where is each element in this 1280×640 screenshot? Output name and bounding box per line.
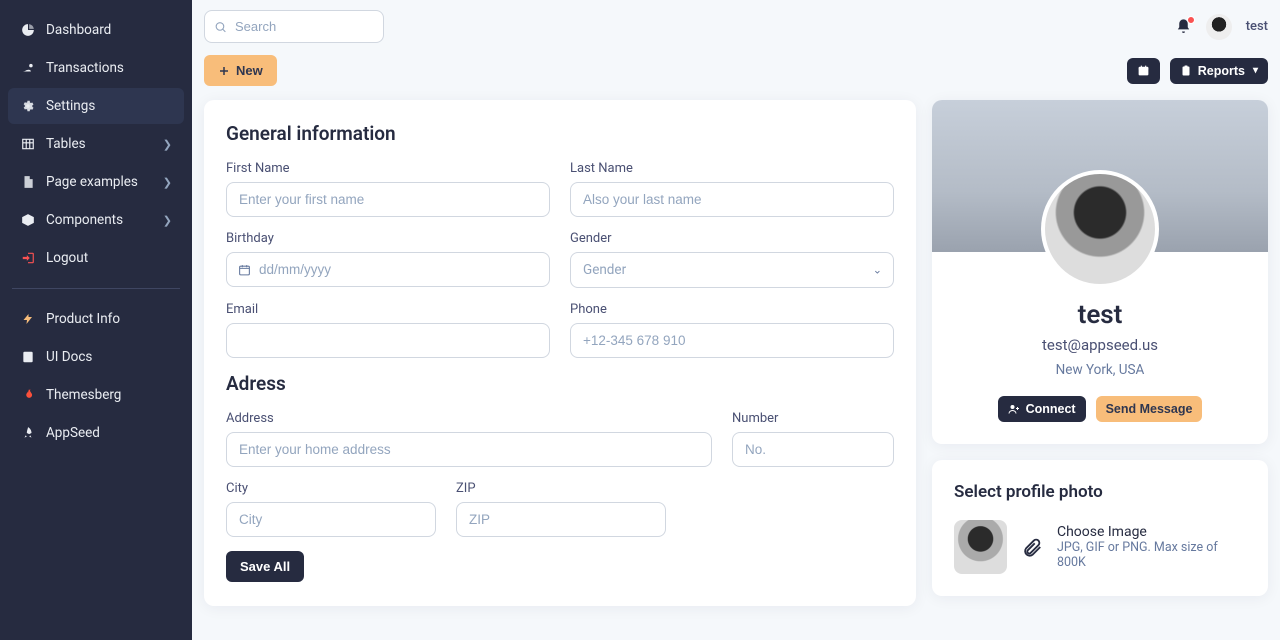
chevron-right-icon: ❯ (163, 138, 172, 151)
paperclip-icon[interactable] (1021, 536, 1043, 558)
calendar-icon (238, 263, 251, 276)
profile-name: test (932, 300, 1268, 330)
chevron-right-icon: ❯ (163, 214, 172, 227)
profile-location: New York, USA (932, 362, 1268, 378)
sidebar-item-themesberg[interactable]: Themesberg (8, 377, 184, 413)
actionbar: New Reports ▾ (204, 55, 1268, 86)
sidebar-item-settings[interactable]: Settings (8, 88, 184, 124)
search-input[interactable] (204, 10, 384, 43)
bolt-icon (20, 311, 36, 327)
sidebar-item-label: Tables (46, 136, 163, 152)
upload-title: Select profile photo (954, 482, 1246, 502)
phone-label: Phone (570, 302, 894, 317)
sidebar: Dashboard Transactions Settings Tables ❯… (0, 0, 192, 640)
user-plus-icon (1008, 403, 1020, 415)
city-input[interactable] (226, 502, 436, 537)
sidebar-item-label: Themesberg (46, 387, 172, 403)
email-input[interactable] (226, 323, 550, 358)
choose-image-hint: JPG, GIF or PNG. Max size of 800K (1057, 540, 1246, 570)
sidebar-item-label: Page examples (46, 174, 163, 190)
plus-icon (218, 65, 230, 77)
book-icon (20, 349, 36, 365)
sidebar-item-transactions[interactable]: Transactions (8, 50, 184, 86)
first-name-input[interactable] (226, 182, 550, 217)
main-content: test New Reports ▾ General information F… (192, 0, 1280, 640)
last-name-label: Last Name (570, 161, 894, 176)
sidebar-item-dashboard[interactable]: Dashboard (8, 12, 184, 48)
upload-photo-card: Select profile photo Choose Image JPG, G… (932, 460, 1268, 596)
hand-coins-icon (20, 60, 36, 76)
profile-email: test@appseed.us (932, 336, 1268, 354)
choose-image-label: Choose Image (1057, 524, 1246, 540)
general-information-card: General information First Name Last Name… (204, 100, 916, 606)
cog-icon (20, 98, 36, 114)
sidebar-item-components[interactable]: Components ❯ (8, 202, 184, 238)
phone-input[interactable] (570, 323, 894, 358)
address-label: Address (226, 411, 712, 426)
sidebar-item-ui-docs[interactable]: UI Docs (8, 339, 184, 375)
last-name-input[interactable] (570, 182, 894, 217)
box-icon (20, 212, 36, 228)
clipboard-icon (1180, 64, 1192, 77)
table-icon (20, 136, 36, 152)
email-label: Email (226, 302, 550, 317)
sidebar-item-product-info[interactable]: Product Info (8, 301, 184, 337)
sidebar-item-label: Product Info (46, 311, 172, 327)
sidebar-item-label: UI Docs (46, 349, 172, 365)
sidebar-item-logout[interactable]: Logout (8, 240, 184, 276)
sidebar-item-appseed[interactable]: AppSeed (8, 415, 184, 451)
reports-button[interactable]: Reports ▾ (1170, 58, 1268, 84)
birthday-label: Birthday (226, 231, 550, 246)
sidebar-item-tables[interactable]: Tables ❯ (8, 126, 184, 162)
search-wrap (204, 10, 384, 43)
avatar-large (1041, 170, 1159, 288)
calendar-button[interactable] (1127, 58, 1160, 84)
sidebar-item-label: Logout (46, 250, 172, 266)
gender-label: Gender (570, 231, 894, 246)
chevron-right-icon: ❯ (163, 176, 172, 189)
city-label: City (226, 481, 436, 496)
avatar[interactable] (1206, 14, 1232, 40)
send-message-button[interactable]: Send Message (1096, 396, 1203, 422)
zip-label: ZIP (456, 481, 666, 496)
sidebar-item-label: Dashboard (46, 22, 172, 38)
connect-button-label: Connect (1026, 402, 1076, 416)
sidebar-item-label: Components (46, 212, 163, 228)
gender-select[interactable]: Gender (570, 252, 894, 288)
connect-button[interactable]: Connect (998, 396, 1086, 422)
calendar-icon (1137, 64, 1150, 77)
rocket-icon (20, 425, 36, 441)
new-button-label: New (236, 63, 263, 78)
save-all-button[interactable]: Save All (226, 551, 304, 582)
chart-pie-icon (20, 22, 36, 38)
notifications-button[interactable] (1175, 18, 1192, 35)
number-input[interactable] (732, 432, 894, 467)
first-name-label: First Name (226, 161, 550, 176)
address-input[interactable] (226, 432, 712, 467)
zip-input[interactable] (456, 502, 666, 537)
section-title-general: General information (226, 122, 894, 145)
number-label: Number (732, 411, 894, 426)
sidebar-item-label: AppSeed (46, 425, 172, 441)
sidebar-item-page-examples[interactable]: Page examples ❯ (8, 164, 184, 200)
sidebar-divider (12, 288, 180, 289)
notification-dot-icon (1187, 16, 1195, 24)
sidebar-item-label: Transactions (46, 60, 172, 76)
username-label[interactable]: test (1246, 19, 1268, 34)
choose-image-area[interactable]: Choose Image JPG, GIF or PNG. Max size o… (1057, 524, 1246, 570)
section-title-address: Adress (226, 372, 894, 395)
reports-button-label: Reports (1198, 64, 1245, 78)
new-button[interactable]: New (204, 55, 277, 86)
profile-card: test test@appseed.us New York, USA Conne… (932, 100, 1268, 444)
sidebar-item-label: Settings (46, 98, 172, 114)
search-icon (214, 20, 227, 33)
topbar-right: test (1175, 14, 1268, 40)
topbar: test (204, 10, 1268, 43)
birthday-input[interactable] (226, 252, 550, 287)
chevron-down-icon: ▾ (1253, 65, 1258, 76)
flame-icon (20, 387, 36, 403)
sign-out-icon (20, 250, 36, 266)
photo-thumbnail (954, 520, 1007, 574)
file-icon (20, 174, 36, 190)
